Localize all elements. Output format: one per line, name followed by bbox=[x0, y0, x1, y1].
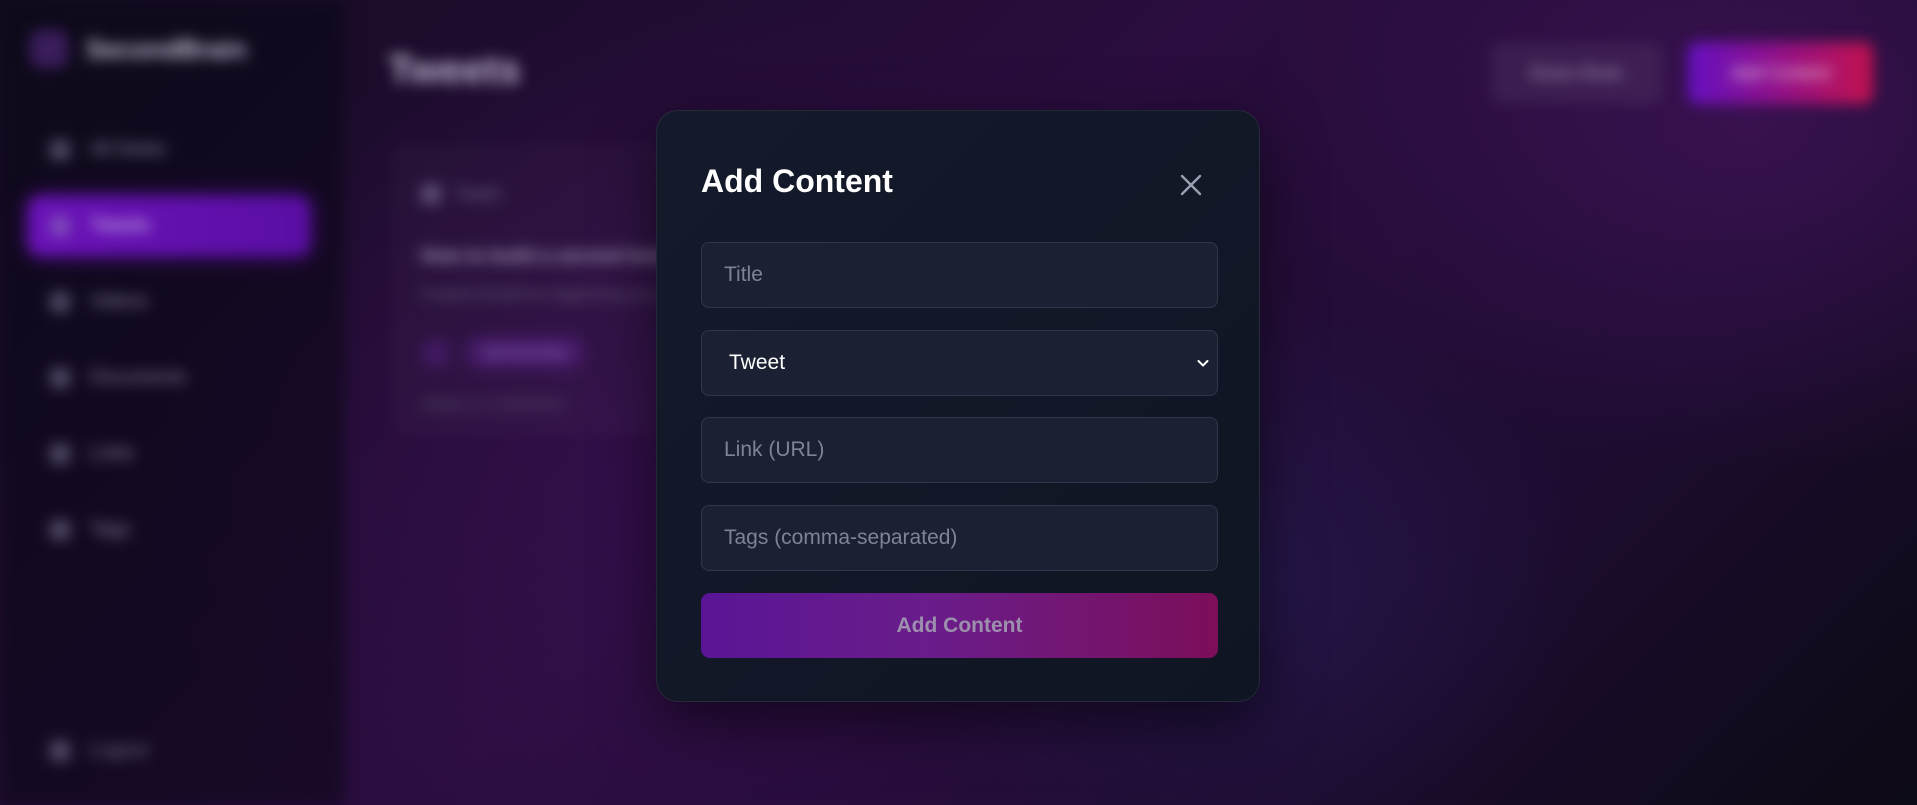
close-icon bbox=[1180, 174, 1202, 196]
brand-name: SecondBrain bbox=[86, 33, 247, 64]
sidebar-item-tweets[interactable]: Tweets bbox=[28, 196, 310, 256]
tag-icon bbox=[421, 338, 451, 368]
title-input[interactable] bbox=[701, 242, 1218, 308]
add-content-modal: Add Content Tweet Add Content bbox=[656, 110, 1260, 702]
sidebar-item-all-notes[interactable]: All Notes bbox=[28, 120, 310, 180]
tweet-icon bbox=[50, 216, 70, 236]
tags-input[interactable] bbox=[701, 505, 1218, 571]
add-content-button[interactable]: Add Content bbox=[1688, 42, 1873, 104]
close-button[interactable] bbox=[1169, 163, 1213, 207]
submit-add-content-button[interactable]: Add Content bbox=[701, 593, 1218, 658]
document-icon bbox=[50, 368, 70, 388]
sidebar-item-documents[interactable]: Documents bbox=[28, 348, 310, 408]
tag-icon bbox=[50, 520, 70, 540]
sidebar-item-label: Videos bbox=[90, 291, 148, 312]
card-type-label: Tweet bbox=[455, 184, 501, 203]
modal-title: Add Content bbox=[701, 163, 893, 199]
sidebar-item-links[interactable]: Links bbox=[28, 424, 310, 484]
page-title: Tweets bbox=[388, 48, 521, 92]
sidebar-item-label: All Notes bbox=[90, 139, 167, 160]
app-root: SecondBrain All Notes Tweets Videos Docu… bbox=[0, 0, 1917, 805]
tweet-icon bbox=[421, 184, 441, 204]
logout-button[interactable]: Logout bbox=[50, 740, 148, 762]
sidebar-nav: All Notes Tweets Videos Documents Links bbox=[28, 120, 310, 576]
sidebar-item-label: Tweets bbox=[90, 215, 151, 236]
video-icon bbox=[50, 292, 70, 312]
card-date: Added on 12/05/2024 bbox=[421, 396, 565, 413]
link-icon bbox=[50, 444, 70, 464]
sidebar-item-videos[interactable]: Videos bbox=[28, 272, 310, 332]
sidebar-item-tags[interactable]: Tags bbox=[28, 500, 310, 560]
content-type-value: Tweet bbox=[729, 351, 786, 374]
card-tag[interactable]: #productivity bbox=[465, 336, 586, 369]
notes-icon bbox=[50, 140, 70, 160]
logout-label: Logout bbox=[90, 740, 149, 761]
content-type-select[interactable]: Tweet bbox=[701, 330, 1218, 396]
link-input[interactable] bbox=[701, 417, 1218, 483]
card-title: How to build a second brain bbox=[421, 246, 675, 267]
card-type: Tweet bbox=[421, 184, 500, 204]
brand-logo bbox=[30, 30, 68, 68]
share-brain-button[interactable]: Share Brain bbox=[1490, 42, 1662, 104]
sidebar: SecondBrain All Notes Tweets Videos Docu… bbox=[0, 0, 345, 805]
sidebar-item-label: Tags bbox=[90, 519, 131, 540]
sidebar-item-label: Documents bbox=[90, 367, 187, 388]
logout-icon bbox=[50, 741, 70, 761]
sidebar-item-label: Links bbox=[90, 443, 135, 464]
brand: SecondBrain bbox=[30, 30, 246, 68]
chevron-down-icon bbox=[1197, 360, 1209, 367]
